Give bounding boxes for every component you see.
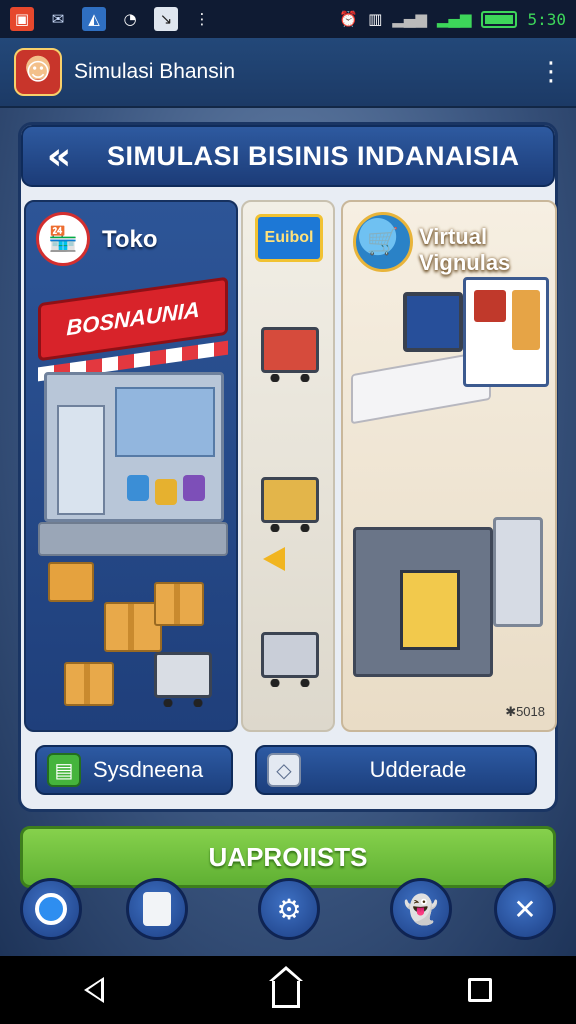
close-button[interactable]: ✕ [494, 878, 556, 940]
udderade-label: Udderade [369, 757, 467, 782]
app-icon: ▣ [10, 7, 34, 31]
header-bar: « SIMULASI BISINIS INDANAISIA [21, 125, 555, 187]
overflow-menu-icon[interactable]: ⋮ [538, 57, 564, 87]
toko-label: Toko [102, 226, 158, 253]
cart-icon [261, 632, 319, 687]
wifi-signal-icon: ▂▄▆ [436, 10, 472, 28]
mail-icon: ✉ [51, 10, 65, 28]
page-title: SIMULASI BISINIS INDANAISIA [107, 140, 520, 171]
virtual-panel[interactable]: 🛒 Virtual Vignulas ✱5018 [341, 200, 557, 732]
awning-text: BOSNAUNIA [66, 296, 200, 341]
store-floor [38, 522, 228, 556]
bin-icon: ▤ [47, 753, 81, 787]
nav-recents-icon[interactable] [468, 978, 492, 1002]
eraser-icon: ◇ [267, 753, 301, 787]
sysdneena-label: Sysdneena [93, 757, 204, 782]
display-screen [400, 570, 460, 650]
nav-home-icon[interactable] [269, 966, 303, 1008]
sign-post [48, 562, 94, 602]
box-icon [64, 662, 114, 706]
navigation-bar [0, 956, 576, 1024]
cart-icon [154, 652, 212, 707]
sync-icon: ◔ [123, 10, 137, 28]
app-avatar-icon[interactable]: ☺ [14, 48, 62, 96]
middle-badge: Euibol [255, 214, 323, 262]
sysdneena-button[interactable]: ▤ Sysdneena [35, 745, 233, 795]
cart-icon [261, 477, 319, 532]
product-icon [155, 479, 177, 505]
app-title: Simulasi Bhansin [74, 60, 236, 83]
store-poster [463, 277, 549, 387]
store-building [44, 372, 224, 522]
note-button[interactable] [126, 878, 188, 940]
circle-button[interactable] [20, 878, 82, 940]
ghost-icon: 👻 [403, 892, 439, 926]
kiosk-screen [403, 292, 463, 352]
middle-panel[interactable]: Euibol [241, 200, 335, 732]
product-icon [183, 475, 205, 501]
virtual-label: Virtual Vignulas [419, 224, 510, 276]
virtual-code: ✱5018 [505, 704, 545, 719]
main-card: « SIMULASI BISINIS INDANAISIA 🏪 Toko BOS… [18, 122, 558, 812]
store-window [115, 387, 215, 457]
settings-icon: ⚙ [276, 892, 302, 926]
close-icon: ✕ [513, 892, 537, 926]
toko-panel[interactable]: 🏪 Toko BOSNAUNIA [24, 200, 238, 732]
toko-badge-icon: 🏪 [36, 212, 90, 266]
virtual-label-line2: Vignulas [419, 250, 511, 275]
virtual-store-base [353, 527, 493, 677]
circle-icon [35, 893, 67, 925]
settings-button[interactable]: ⚙ [258, 878, 320, 940]
nav-back-icon[interactable] [84, 977, 104, 1003]
app-bar: ☺ Simulasi Bhansin ⋮ [0, 38, 576, 108]
more-icon: ⋮ [194, 10, 210, 28]
box-icon [154, 582, 204, 626]
cart-icon [261, 327, 319, 382]
clock: 5:30 [527, 9, 566, 29]
ghost-button[interactable]: 👻 [390, 878, 452, 940]
edit-icon: ↘ [154, 7, 178, 31]
alarm-icon: ⏰ [339, 10, 359, 28]
image-icon: ◭ [82, 7, 106, 31]
store-door [57, 405, 105, 515]
storefront-illustration: BOSNAUNIA [38, 276, 228, 556]
product-icon [127, 475, 149, 501]
vibrate-icon: ▥ [368, 10, 383, 28]
virtual-label-line1: Virtual [419, 224, 488, 249]
status-bar: ▣ ✉ ◭ ◔ ↘ ⋮ ⏰ ▥ ▂▄▆ ▂▄▆ 5:30 [0, 0, 576, 38]
battery-icon [481, 10, 518, 28]
udderade-button[interactable]: ◇ Udderade [255, 745, 537, 795]
globe-icon: 🛒 [353, 212, 413, 272]
fridge-icon [493, 517, 543, 627]
back-button[interactable]: « [31, 128, 87, 184]
boxes-illustration [44, 562, 228, 722]
signal-icon: ▂▄▆ [392, 10, 427, 28]
arrow-icon [263, 547, 285, 571]
note-icon [143, 892, 171, 926]
